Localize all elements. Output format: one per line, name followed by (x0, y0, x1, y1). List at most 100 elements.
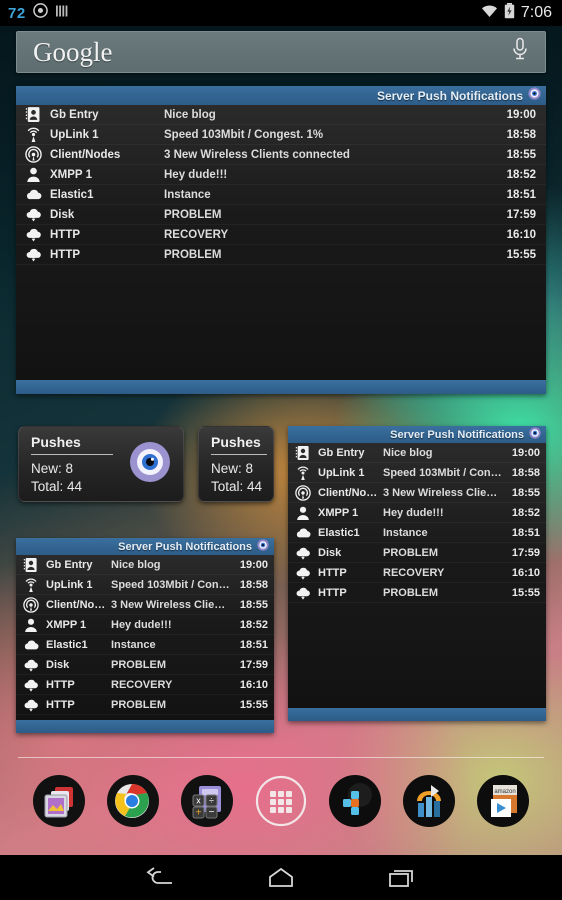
notification-source: Gb Entry (50, 108, 99, 121)
notification-message: Hey dude!!! (111, 618, 172, 631)
notification-time: 18:55 (511, 486, 540, 499)
server-push-notifications-widget-right[interactable]: Server Push Notifications Gb Entry Nice b… (288, 426, 546, 721)
pushes-title: Pushes (211, 434, 261, 450)
notification-source: XMPP 1 (46, 618, 87, 631)
google-logo: Google (33, 36, 113, 67)
notification-time: 16:10 (239, 678, 268, 691)
notification-source: XMPP 1 (318, 506, 359, 519)
notification-source: Client/No… (318, 486, 378, 499)
notification-row[interactable]: UpLink 1 Speed 103Mbit / Congest. 1% 18:58 (16, 125, 546, 145)
notification-row[interactable]: UpLink 1 Speed 103Mbit / Cong… 18:58 (16, 575, 274, 595)
server-push-notifications-widget-bottom-left[interactable]: Server Push Notifications Gb Entry Nice b… (16, 538, 274, 733)
notification-row[interactable]: Gb Entry Nice blog 19:00 (16, 555, 274, 575)
eye-icon[interactable] (129, 441, 171, 488)
contact-card-icon (20, 106, 46, 123)
notification-time: 18:58 (506, 128, 536, 141)
dock-item-store-folder[interactable]: amazon (475, 773, 531, 829)
dock-item-tools-app[interactable] (401, 773, 457, 829)
server-push-notifications-widget-large[interactable]: Server Push Notifications Gb Entry Nice b… (16, 86, 546, 394)
notification-row[interactable]: Client/No… 3 New Wireless Clients… 18:55 (288, 483, 546, 503)
notification-row[interactable]: HTTP PROBLEM 15:55 (16, 695, 274, 715)
notification-list[interactable]: Gb Entry Nice blog 19:00 UpLink 1 Speed 103M… (16, 105, 546, 380)
notification-list[interactable]: Gb Entry Nice blog 19:00 UpLink 1 Speed 103M… (288, 443, 546, 708)
notification-message: Instance (111, 638, 156, 651)
notification-message: RECOVERY (164, 228, 229, 241)
notification-list[interactable]: Gb Entry Nice blog 19:00 UpLink 1 Speed 103M… (16, 555, 274, 720)
notification-row[interactable]: Client/Nodes 3 New Wireless Clients conne… (16, 145, 546, 165)
notification-row[interactable]: Disk PROBLEM 17:59 (16, 655, 274, 675)
notification-message: Nice blog (383, 446, 433, 459)
notification-row[interactable]: Elastic1 Instance 18:51 (16, 185, 546, 205)
notification-source: Disk (50, 208, 75, 221)
notification-message: RECOVERY (383, 566, 445, 579)
notification-row[interactable]: Gb Entry Nice blog 19:00 (16, 105, 546, 125)
home-icon[interactable] (258, 861, 304, 895)
notification-row[interactable]: UpLink 1 Speed 103Mbit / Cong… 18:58 (288, 463, 546, 483)
pushes-widget-large[interactable]: Pushes New: 8 Total: 44 (18, 426, 184, 502)
svg-text:amazon: amazon (494, 789, 515, 795)
notification-message: PROBLEM (164, 248, 222, 261)
dock-item-chrome[interactable] (105, 773, 161, 829)
notification-row[interactable]: Gb Entry Nice blog 19:00 (288, 443, 546, 463)
cloud-download-icon (291, 565, 315, 581)
eye-icon[interactable] (529, 426, 541, 444)
notification-message: PROBLEM (164, 208, 222, 221)
widget-title: Server Push Notifications (376, 88, 523, 103)
microphone-icon[interactable] (511, 37, 545, 68)
notification-time: 17:59 (239, 658, 268, 671)
cloud-icon (19, 637, 43, 653)
dock-item-gallery[interactable] (31, 773, 87, 829)
back-icon[interactable] (137, 861, 183, 895)
tools-icon (403, 775, 455, 827)
contact-card-icon (291, 445, 315, 461)
notification-row[interactable]: HTTP RECOVERY 16:10 (288, 563, 546, 583)
widget-header: Server Push Notifications (16, 538, 274, 555)
notification-message: Instance (164, 188, 211, 201)
dock-item-plus-app[interactable] (327, 773, 383, 829)
notification-row[interactable]: XMPP 1 Hey dude!!! 18:52 (288, 503, 546, 523)
eye-icon[interactable] (528, 86, 541, 105)
cloud-icon (20, 186, 46, 203)
status-bar-right: 7:06 (481, 2, 562, 24)
google-search-widget[interactable]: Google (16, 31, 546, 73)
notification-source: HTTP (50, 228, 81, 241)
dock-item-calculator[interactable]: x ÷ + − (179, 773, 235, 829)
notification-row[interactable]: HTTP PROBLEM 15:55 (16, 245, 546, 265)
svg-text:+: + (196, 808, 202, 819)
person-icon (291, 505, 315, 521)
notification-source: HTTP (318, 586, 347, 599)
notification-row[interactable]: Elastic1 Instance 18:51 (16, 635, 274, 655)
notification-source: XMPP 1 (50, 168, 92, 181)
notification-source: Client/Nodes (50, 148, 121, 161)
notification-time: 18:52 (506, 168, 536, 181)
notification-message: Speed 103Mbit / Cong… (383, 466, 502, 479)
notification-row[interactable]: HTTP RECOVERY 16:10 (16, 675, 274, 695)
notification-source: UpLink 1 (46, 578, 93, 591)
notification-row[interactable]: Disk PROBLEM 17:59 (288, 543, 546, 563)
notification-message: 3 New Wireless Clients connected (164, 148, 350, 161)
recents-icon[interactable] (379, 861, 425, 895)
notification-row[interactable]: XMPP 1 Hey dude!!! 18:52 (16, 165, 546, 185)
notification-row[interactable]: HTTP PROBLEM 15:55 (288, 583, 546, 603)
notification-row[interactable]: Client/No… 3 New Wireless Clients… 18:55 (16, 595, 274, 615)
notification-time: 19:00 (511, 446, 540, 459)
dock-item-app-drawer[interactable] (253, 773, 309, 829)
eye-icon[interactable] (257, 538, 269, 556)
notification-row[interactable]: HTTP RECOVERY 16:10 (16, 225, 546, 245)
notification-time: 16:10 (511, 566, 540, 579)
notification-time: 16:10 (506, 228, 536, 241)
notification-source: Client/No… (46, 598, 106, 611)
widget-footer (288, 708, 546, 721)
widget-title: Server Push Notifications (118, 540, 252, 553)
notification-source: UpLink 1 (50, 128, 99, 141)
notification-row[interactable]: Disk PROBLEM 17:59 (16, 205, 546, 225)
cloud-download-icon (19, 677, 43, 693)
svg-text:÷: ÷ (209, 796, 214, 806)
notification-row[interactable]: XMPP 1 Hey dude!!! 18:52 (16, 615, 274, 635)
notification-message: Speed 103Mbit / Congest. 1% (164, 128, 324, 141)
notification-source: Gb Entry (46, 558, 93, 571)
notification-row[interactable]: Elastic1 Instance 18:51 (288, 523, 546, 543)
pushes-widget-small[interactable]: Pushes New: 8 Total: 44 (198, 426, 274, 502)
notification-time: 19:00 (239, 558, 268, 571)
widget-header: Server Push Notifications (288, 426, 546, 443)
